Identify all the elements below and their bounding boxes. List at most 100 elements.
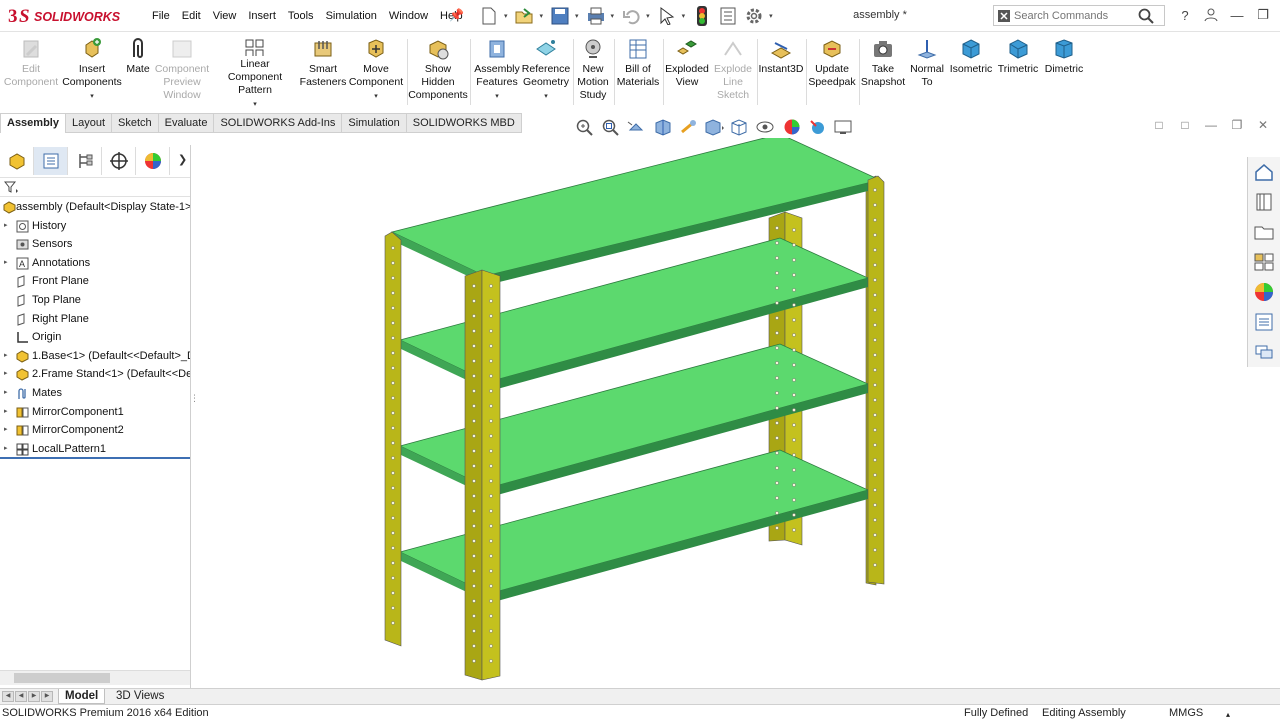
tree-item-top-plane[interactable]: Top Plane xyxy=(0,291,190,310)
tab-solidworks-mbd[interactable]: SOLIDWORKS MBD xyxy=(406,113,522,133)
undo-icon[interactable] xyxy=(620,5,642,27)
expand-arrow-icon[interactable]: ▸ xyxy=(4,217,12,236)
assembly-features-button[interactable]: Assembly Features ▾ xyxy=(472,37,522,111)
tree-item-front-plane[interactable]: Front Plane xyxy=(0,272,190,291)
explode-line-sketch-button[interactable]: Explode Line Sketch xyxy=(710,37,756,111)
tree-item-frame-stand[interactable]: ▸ 2.Frame Stand<1> (Default<<Default>_Di… xyxy=(0,365,190,384)
menu-window[interactable]: Window xyxy=(383,10,434,22)
scrollbar-thumb[interactable] xyxy=(14,673,110,683)
dimxpert-manager-tab-icon[interactable] xyxy=(102,147,136,175)
tab-layout[interactable]: Layout xyxy=(65,113,113,133)
restore-button[interactable]: ❐ xyxy=(1252,4,1274,26)
help-icon[interactable]: ? xyxy=(1174,4,1196,26)
insert-components-dropdown-icon[interactable]: ▾ xyxy=(90,90,94,103)
section-view-icon[interactable] xyxy=(650,117,673,137)
tree-item-mirror-component-1[interactable]: ▸ MirrorComponent1 xyxy=(0,403,190,422)
first-tab-icon[interactable]: ◀ xyxy=(2,691,14,702)
reference-geometry-dropdown-icon[interactable]: ▾ xyxy=(544,90,548,103)
viewport-restore-button[interactable]: ❐ xyxy=(1228,118,1246,134)
view-palette-icon[interactable] xyxy=(1253,251,1275,273)
view-orientation-icon[interactable] xyxy=(702,117,725,137)
menu-file[interactable]: File xyxy=(146,10,176,22)
graphics-area[interactable] xyxy=(192,138,1246,687)
tab-simulation[interactable]: Simulation xyxy=(342,113,407,133)
search-commands-box[interactable] xyxy=(993,5,1165,26)
expand-arrow-icon[interactable]: ▸ xyxy=(4,347,12,366)
hide-show-items-icon[interactable] xyxy=(754,117,777,137)
configuration-manager-tab-icon[interactable] xyxy=(68,147,102,175)
apply-scene-icon[interactable] xyxy=(806,117,829,137)
tree-item-history[interactable]: ▸ History xyxy=(0,217,190,236)
last-tab-icon[interactable]: ▶ xyxy=(41,691,53,702)
more-tabs-chevron-icon[interactable]: ❯ xyxy=(178,153,187,166)
linear-component-pattern-button[interactable]: Linear Component Pattern ▾ xyxy=(212,37,298,111)
dynamic-annotation-views-icon[interactable] xyxy=(676,117,699,137)
menu-edit[interactable]: Edit xyxy=(176,10,207,22)
mate-button[interactable]: Mate xyxy=(123,37,153,111)
take-snapshot-button[interactable]: Take Snapshot xyxy=(860,37,906,111)
print-icon[interactable] xyxy=(585,5,607,27)
search-type-icon[interactable] xyxy=(998,10,1010,22)
rollback-bar[interactable] xyxy=(0,457,190,459)
property-manager-tab-icon[interactable] xyxy=(34,147,68,175)
search-input[interactable] xyxy=(1014,8,1134,23)
zoom-to-fit-icon[interactable] xyxy=(572,117,595,137)
expand-arrow-icon[interactable]: ▸ xyxy=(4,384,12,403)
user-icon[interactable] xyxy=(1200,4,1222,26)
new-document-icon[interactable] xyxy=(478,5,500,27)
viewport-link-icon[interactable]: □ xyxy=(1176,118,1194,134)
previous-view-icon[interactable] xyxy=(624,117,647,137)
feature-manager-tab-icon[interactable] xyxy=(0,147,34,175)
insert-components-button[interactable]: Insert Components ▾ xyxy=(60,37,124,111)
menu-insert[interactable]: Insert xyxy=(242,10,282,22)
expand-arrow-icon[interactable]: ▸ xyxy=(4,254,12,273)
solidworks-resources-home-icon[interactable] xyxy=(1253,161,1275,183)
file-explorer-icon[interactable] xyxy=(1253,221,1275,243)
tab-sketch[interactable]: Sketch xyxy=(112,113,159,133)
normal-to-button[interactable]: Normal To xyxy=(906,37,948,111)
move-component-dropdown-icon[interactable]: ▾ xyxy=(374,90,378,103)
menu-view[interactable]: View xyxy=(207,10,243,22)
tab-3d-views[interactable]: 3D Views xyxy=(110,689,170,704)
expand-arrow-icon[interactable]: ▸ xyxy=(4,421,12,440)
view-settings-icon[interactable] xyxy=(832,117,855,137)
tree-item-local-pattern[interactable]: ▸ LocalLPattern1 xyxy=(0,440,190,459)
design-library-icon[interactable] xyxy=(1253,191,1275,213)
zoom-to-area-icon[interactable] xyxy=(598,117,621,137)
expand-arrow-icon[interactable]: ▸ xyxy=(4,365,12,384)
menu-tools[interactable]: Tools xyxy=(282,10,320,22)
smart-fasteners-button[interactable]: Smart Fasteners xyxy=(298,37,348,111)
viewport-tile-icon[interactable]: □ xyxy=(1150,118,1168,134)
display-manager-tab-icon[interactable] xyxy=(136,147,170,175)
instant3d-button[interactable]: Instant3D xyxy=(758,37,804,111)
previous-tab-icon[interactable]: ◀ xyxy=(15,691,27,702)
appearances-scenes-icon[interactable] xyxy=(1253,281,1275,303)
custom-properties-icon[interactable] xyxy=(1253,311,1275,333)
options-gear-icon[interactable] xyxy=(743,5,765,27)
tree-item-mates[interactable]: ▸ Mates xyxy=(0,384,190,403)
tab-solidworks-add-ins[interactable]: SOLIDWORKS Add-Ins xyxy=(214,113,343,133)
save-icon[interactable] xyxy=(549,5,571,27)
select-icon[interactable] xyxy=(656,5,678,27)
edit-appearance-icon[interactable] xyxy=(780,117,803,137)
assembly-features-dropdown-icon[interactable]: ▾ xyxy=(495,90,499,103)
solidworks-forum-icon[interactable] xyxy=(1253,341,1275,363)
expand-arrow-icon[interactable]: ▸ xyxy=(4,440,12,459)
shelf-assembly-model[interactable] xyxy=(192,138,1246,687)
tree-item-annotations[interactable]: ▸ A Annotations xyxy=(0,254,190,273)
filter-icon[interactable] xyxy=(4,181,18,194)
search-icon[interactable] xyxy=(1138,8,1154,24)
exploded-view-button[interactable]: Exploded View xyxy=(664,37,710,111)
tab-evaluate[interactable]: Evaluate xyxy=(158,113,215,133)
bill-of-materials-button[interactable]: Bill of Materials xyxy=(615,37,661,111)
linear-pattern-dropdown-icon[interactable]: ▾ xyxy=(253,98,257,111)
component-preview-window-button[interactable]: Component Preview Window xyxy=(152,37,212,111)
tree-horizontal-scrollbar[interactable] xyxy=(0,670,190,685)
move-component-button[interactable]: Move Component ▾ xyxy=(346,37,406,111)
new-motion-study-button[interactable]: New Motion Study xyxy=(574,37,612,111)
rebuild-icon[interactable] xyxy=(691,5,713,27)
file-properties-icon[interactable] xyxy=(717,5,739,27)
menu-simulation[interactable]: Simulation xyxy=(320,10,383,22)
tab-model[interactable]: Model xyxy=(58,689,106,704)
unit-system-button[interactable]: MMGS xyxy=(1169,706,1203,720)
